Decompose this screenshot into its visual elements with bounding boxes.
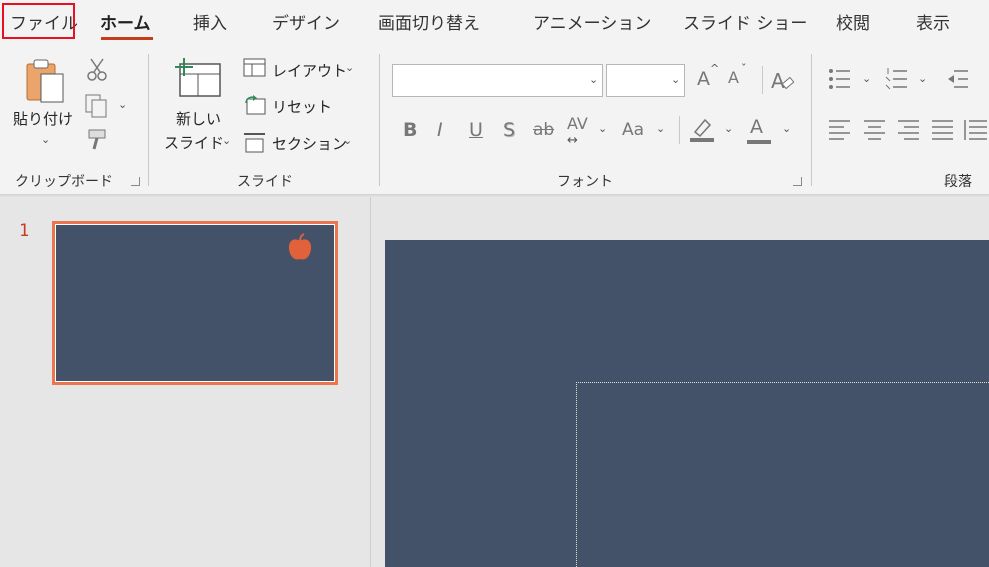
clipboard-launcher-icon[interactable]: [131, 177, 140, 186]
arrows-horizontal-icon: ↔: [567, 133, 578, 148]
clipboard-group-label: クリップボード: [15, 174, 113, 190]
tab-transitions[interactable]: 画面切り替え: [378, 9, 480, 34]
chevron-down-icon[interactable]: ⌄: [862, 72, 871, 85]
chevron-down-icon[interactable]: ⌄: [118, 98, 127, 111]
font-color-letter: A: [750, 116, 763, 138]
file-tab-highlight: [2, 3, 75, 39]
numbering-icon[interactable]: [885, 68, 909, 90]
group-divider: [811, 54, 812, 186]
new-slide-icon: [175, 58, 221, 97]
align-left-icon[interactable]: [828, 118, 852, 140]
layout-label: レイアウト: [272, 62, 348, 80]
tab-animations[interactable]: アニメーション: [533, 9, 651, 34]
new-slide-label-line1: 新しい: [176, 110, 222, 128]
copy-icon[interactable]: [84, 93, 112, 119]
group-divider: [379, 54, 380, 186]
clear-formatting-icon[interactable]: A: [770, 68, 796, 94]
new-slide-label-line2: スライド: [164, 134, 225, 152]
paste-icon: [26, 59, 64, 103]
columns-icon[interactable]: [963, 118, 989, 142]
slide-thumbnail-content[interactable]: [56, 225, 334, 381]
tab-slideshow[interactable]: スライド ショー: [683, 9, 807, 34]
section-label: セクション: [272, 135, 348, 153]
font-size-dropdown[interactable]: ⌄: [606, 64, 685, 97]
chevron-down-icon: ⌄: [343, 134, 353, 147]
tab-home[interactable]: ホーム: [100, 9, 151, 34]
align-right-icon[interactable]: [897, 118, 921, 140]
tab-view[interactable]: 表示: [916, 9, 950, 34]
layout-icon: [243, 58, 266, 77]
italic-button[interactable]: I: [437, 119, 443, 141]
ribbon: 貼り付け ⌄ ⌄ クリップボード 新しい スライド ⌄ レイアウト ⌄ リセット…: [0, 44, 989, 194]
chevron-down-icon: ⌄: [41, 133, 51, 146]
align-center-icon[interactable]: [863, 118, 887, 140]
paragraph-group-label: 段落: [944, 174, 972, 190]
tab-design[interactable]: デザイン: [272, 9, 340, 34]
caret-up-icon: ^: [710, 62, 720, 75]
strikethrough-button[interactable]: ab: [533, 120, 554, 140]
chevron-down-icon: ⌄: [671, 73, 681, 86]
format-painter-icon[interactable]: [86, 128, 110, 152]
chevron-down-icon: ⌄: [345, 61, 355, 74]
reset-label: リセット: [272, 98, 333, 116]
group-divider: [148, 54, 149, 186]
text-placeholder[interactable]: [576, 382, 989, 567]
bold-button[interactable]: B: [403, 119, 417, 141]
divider: [679, 116, 680, 144]
chevron-down-icon[interactable]: ⌄: [782, 122, 791, 135]
character-spacing-button[interactable]: AV: [567, 114, 588, 133]
bullets-icon[interactable]: [828, 68, 852, 90]
justify-icon[interactable]: [931, 118, 955, 140]
pane-splitter[interactable]: [370, 197, 371, 567]
caret-down-icon: ˇ: [741, 62, 747, 75]
chevron-down-icon[interactable]: ⌄: [724, 122, 733, 135]
tab-review[interactable]: 校閲: [836, 9, 870, 34]
font-launcher-icon[interactable]: [793, 177, 802, 186]
font-name-dropdown[interactable]: ⌄: [392, 64, 603, 97]
slide-number: 1: [19, 221, 30, 241]
active-tab-indicator: [101, 37, 153, 40]
apple-icon: [288, 233, 312, 260]
chevron-down-icon: ⌄: [222, 134, 232, 147]
paste-label: 貼り付け: [13, 110, 74, 128]
font-color-swatch: [747, 140, 771, 144]
underline-button[interactable]: U: [469, 119, 483, 141]
svg-text:A: A: [771, 69, 785, 93]
section-icon: [244, 133, 265, 153]
shrink-font-button[interactable]: A: [728, 68, 739, 87]
divider: [762, 66, 763, 94]
tab-insert[interactable]: 挿入: [193, 9, 227, 34]
slides-group-label: スライド: [237, 174, 293, 190]
grow-font-button[interactable]: A: [697, 68, 710, 90]
reset-icon: [245, 95, 266, 115]
chevron-down-icon[interactable]: ⌄: [598, 122, 607, 135]
chevron-down-icon: ⌄: [589, 73, 599, 86]
cut-icon[interactable]: [87, 58, 107, 82]
font-group-label: フォント: [557, 174, 613, 190]
text-shadow-button[interactable]: S: [503, 119, 515, 141]
chevron-down-icon[interactable]: ⌄: [656, 122, 665, 135]
change-case-button[interactable]: Aa: [622, 120, 644, 140]
ribbon-tabs: ファイル ホーム 挿入 デザイン 画面切り替え アニメーション スライド ショー…: [0, 0, 989, 44]
chevron-down-icon[interactable]: ⌄: [918, 72, 927, 85]
highlight-pen-icon[interactable]: [689, 116, 715, 144]
decrease-indent-icon[interactable]: [946, 68, 970, 90]
